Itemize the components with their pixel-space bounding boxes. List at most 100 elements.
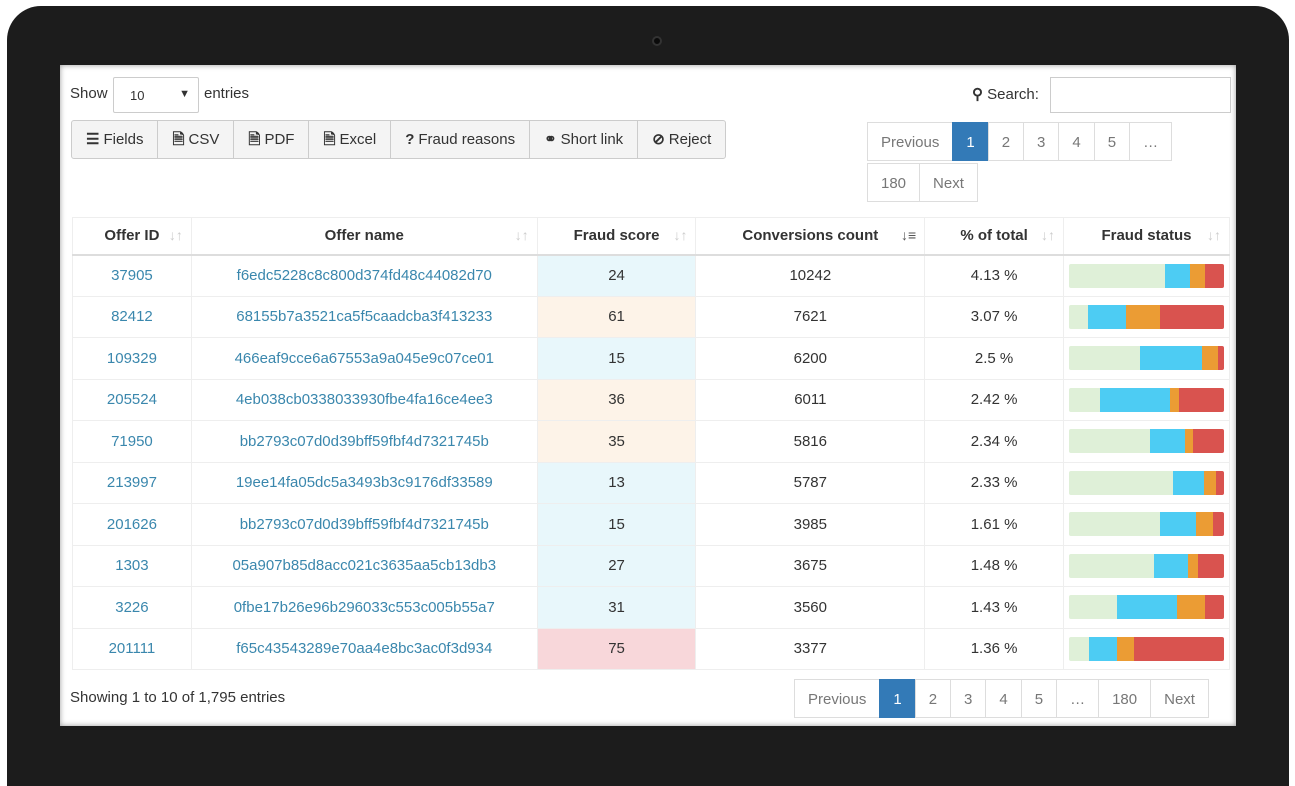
fraud-score: 24 <box>536 254 697 297</box>
offer-name-link[interactable]: f6edc5228c8c800d374fd48c44082d70 <box>190 254 538 297</box>
column-header-conversions-count[interactable]: Conversions count ↓≡ <box>695 217 926 256</box>
fraud-score: 15 <box>536 503 697 546</box>
previous-button[interactable]: Previous <box>794 679 881 718</box>
offer-name-link[interactable]: bb2793c07d0d39bff59fbf4d7321745b <box>190 503 538 546</box>
column-header-fraud-status[interactable]: Fraud status ↓↑ <box>1062 217 1231 256</box>
search-icon: ⚲ <box>972 86 983 103</box>
offer-id-link[interactable]: 205524 <box>72 378 192 421</box>
next-button[interactable]: Next <box>1150 679 1209 718</box>
table-row: 109329 466eaf9cce6a67553a9a045e9c07ce01 15… <box>72 337 1231 380</box>
page-4-button[interactable]: 4 <box>985 679 1022 718</box>
fraud-status <box>1062 420 1231 463</box>
fraud-status-bar <box>1068 512 1224 537</box>
offer-name-link[interactable]: 68155b7a3521ca5f5caadcba3f413233 <box>190 295 538 338</box>
button-label: Reject <box>668 131 712 148</box>
csv-file-icon: 🗎 <box>172 131 185 148</box>
percent-of-total: 2.34 % <box>924 420 1064 463</box>
column-header-offer-id[interactable]: Offer ID ↓↑ <box>72 217 192 256</box>
sort-icon[interactable]: ↓↑ <box>515 227 529 243</box>
short-link-button[interactable]: ⚭ Short link <box>530 121 639 158</box>
search-label: ⚲ Search: <box>972 85 1039 103</box>
table-row: 82412 68155b7a3521ca5f5caadcba3f413233 61 7… <box>72 295 1231 338</box>
offer-name-link[interactable]: 466eaf9cce6a67553a9a045e9c07ce01 <box>190 337 538 380</box>
status-segment-low <box>1140 346 1203 371</box>
excel-button[interactable]: 🗎 Excel <box>309 121 392 158</box>
offer-id-link[interactable]: 82412 <box>72 295 192 338</box>
offer-id-link[interactable]: 37905 <box>72 254 192 297</box>
offer-name-link[interactable]: bb2793c07d0d39bff59fbf4d7321745b <box>190 420 538 463</box>
status-segment-low <box>1089 636 1118 661</box>
table-row: 71950 bb2793c07d0d39bff59fbf4d7321745b 35 5… <box>72 420 1231 463</box>
offer-id-link[interactable]: 1303 <box>72 544 192 587</box>
button-label: Short link <box>560 131 624 148</box>
ellipsis: … <box>1056 679 1100 718</box>
entries-select[interactable]: 10 ▼ <box>113 77 199 113</box>
column-header-fraud-score[interactable]: Fraud score ↓↑ <box>536 217 697 256</box>
button-label: CSV <box>188 131 220 148</box>
status-segment-medium <box>1169 387 1180 412</box>
page-1-button[interactable]: 1 <box>879 679 916 718</box>
page-180-button[interactable]: 180 <box>867 163 921 202</box>
offer-id-link[interactable]: 71950 <box>72 420 192 463</box>
page-3-button[interactable]: 3 <box>950 679 987 718</box>
fraud-status-bar <box>1068 553 1224 578</box>
conversions-count: 7621 <box>695 295 926 338</box>
offer-id-link[interactable]: 109329 <box>72 337 192 380</box>
status-segment-low <box>1160 512 1197 537</box>
search-input[interactable] <box>1050 77 1231 113</box>
toolbar: ☰ Fields 🗎 CSV 🗎 PDF 🗎 Excel? Fraud reasons ⚭ Shor… <box>71 120 727 159</box>
offer-name-link[interactable]: 0fbe17b26e96b296033c553c005b55a7 <box>190 586 538 629</box>
page-5-button[interactable]: 5 <box>1093 122 1131 161</box>
page-3-button[interactable]: 3 <box>1023 122 1060 161</box>
fraud-reasons-button[interactable]: ? Fraud reasons <box>391 121 531 158</box>
column-label: Conversions count <box>742 227 879 245</box>
offer-name-link[interactable]: 05a907b85d8acc021c3635aa5cb13db3 <box>190 544 538 587</box>
status-segment-clean <box>1068 553 1155 578</box>
offer-id-link[interactable]: 201626 <box>72 503 192 546</box>
column-label: Offer name <box>324 227 404 245</box>
conversions-count: 3675 <box>695 544 926 587</box>
page-5-button[interactable]: 5 <box>1020 679 1058 718</box>
fields-button[interactable]: ☰ Fields <box>72 121 159 158</box>
percent-of-total: 3.07 % <box>924 295 1064 338</box>
page-180-button[interactable]: 180 <box>1098 679 1152 718</box>
offer-id-link[interactable]: 3226 <box>72 586 192 629</box>
column-header-offer-name[interactable]: Offer name ↓↑ <box>190 217 538 256</box>
page-4-button[interactable]: 4 <box>1058 122 1095 161</box>
status-segment-low <box>1172 470 1204 495</box>
fraud-status-bar <box>1068 595 1224 620</box>
offer-name-link[interactable]: 4eb038cb0338033930fbe4fa16ce4ee3 <box>190 378 538 421</box>
page-2-button[interactable]: 2 <box>987 122 1025 161</box>
page-2-button[interactable]: 2 <box>914 679 952 718</box>
sort-icon[interactable]: ↓↑ <box>1207 227 1221 243</box>
status-segment-medium <box>1185 429 1193 454</box>
previous-button[interactable]: Previous <box>867 122 954 161</box>
reject-button[interactable]: ⊘ Reject <box>638 121 725 158</box>
sort-desc-icon[interactable]: ↓≡ <box>901 227 916 243</box>
page-1-button[interactable]: 1 <box>952 122 989 161</box>
status-segment-low <box>1099 387 1170 412</box>
column-header--of-total[interactable]: % of total ↓↑ <box>924 217 1064 256</box>
list-icon: ☰ <box>86 131 100 148</box>
next-button[interactable]: Next <box>919 163 978 202</box>
sort-icon[interactable]: ↓↑ <box>673 227 687 243</box>
percent-of-total: 4.13 % <box>924 254 1064 297</box>
conversions-count: 6011 <box>695 378 926 421</box>
conversions-count: 5787 <box>695 461 926 504</box>
percent-of-total: 2.5 % <box>924 337 1064 380</box>
pdf-button[interactable]: 🗎 PDF <box>234 121 310 158</box>
column-label: Offer ID <box>104 227 160 245</box>
table-row: 37905 f6edc5228c8c800d374fd48c44082d70 24 1… <box>72 254 1231 297</box>
fraud-status <box>1062 337 1231 380</box>
sort-icon[interactable]: ↓↑ <box>1041 227 1055 243</box>
offer-id-link[interactable]: 201111 <box>72 627 192 670</box>
fraud-status-bar <box>1068 387 1224 412</box>
offer-id-link[interactable]: 213997 <box>72 461 192 504</box>
offer-name-link[interactable]: f65c43543289e70aa4e8bc3ac0f3d934 <box>190 627 538 670</box>
csv-button[interactable]: 🗎 CSV <box>158 121 235 158</box>
fraud-score: 15 <box>536 337 697 380</box>
offer-name-link[interactable]: 19ee14fa05dc5a3493b3c9176df33589 <box>190 461 538 504</box>
column-label: % of total <box>960 227 1028 245</box>
status-segment-clean <box>1068 512 1161 537</box>
sort-icon[interactable]: ↓↑ <box>169 227 183 243</box>
